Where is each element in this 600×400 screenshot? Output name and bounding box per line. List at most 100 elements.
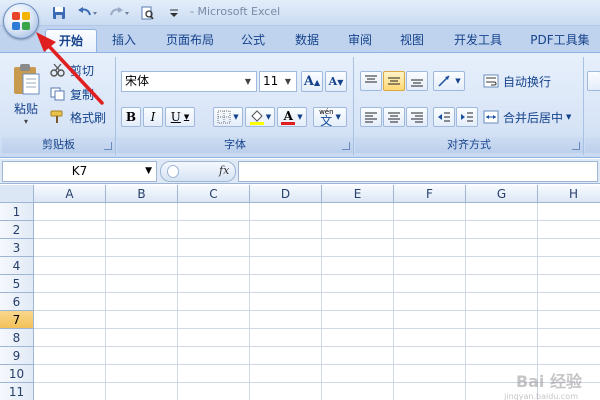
align-left-button[interactable]: [360, 107, 382, 127]
orientation-button[interactable]: ▼: [433, 71, 465, 91]
font-launcher-icon[interactable]: [342, 142, 350, 150]
align-left-icon: [365, 112, 377, 123]
paint-bucket-icon: [249, 110, 264, 125]
formula-resize-handle[interactable]: [167, 165, 179, 178]
row-header-11[interactable]: 11: [0, 383, 34, 400]
ribbon: 粘贴 ▾ 剪切 复制 格式刷 剪贴板 宋体 ▼ 11 ▼ A ▲ A ▼ B I…: [0, 52, 600, 158]
italic-button[interactable]: I: [143, 107, 163, 127]
paste-button[interactable]: 粘贴 ▾: [8, 59, 44, 129]
wrap-text-icon: [483, 74, 499, 88]
font-color-button[interactable]: A ▼: [277, 107, 307, 127]
row-header-8[interactable]: 8: [0, 329, 34, 347]
redo-icon[interactable]: [106, 4, 132, 22]
font-size-combo[interactable]: 11 ▼: [259, 71, 297, 92]
column-header-g[interactable]: G: [466, 185, 538, 203]
align-top-icon: [365, 75, 377, 83]
bold-button[interactable]: B: [121, 107, 141, 127]
name-box-dropdown-icon[interactable]: ▼: [145, 162, 152, 181]
column-header-f[interactable]: F: [394, 185, 466, 203]
print-preview-icon[interactable]: [138, 4, 156, 22]
select-all-button[interactable]: [0, 185, 34, 203]
shrink-font-glyph: A: [328, 75, 338, 88]
watermark-text: Bai 经验: [515, 372, 582, 391]
tab-home[interactable]: 开始: [45, 29, 97, 52]
number-format-partial-button[interactable]: [587, 71, 600, 91]
column-header-e[interactable]: E: [322, 185, 394, 203]
worksheet[interactable]: ABCDEFGH 1 2 3 4 5 6 7 8 9 10 11 Bai 经验 jingyan.ba…: [0, 185, 600, 400]
formula-input[interactable]: [238, 161, 598, 182]
tab-page-layout[interactable]: 页面布局: [155, 29, 225, 52]
scissors-icon: [50, 63, 65, 77]
tab-review[interactable]: 审阅: [337, 29, 383, 52]
align-center-button[interactable]: [383, 107, 405, 127]
tab-developer[interactable]: 开发工具: [446, 29, 510, 52]
alignment-group-label: 对齐方式: [355, 137, 583, 153]
paste-dropdown-icon[interactable]: ▾: [24, 117, 28, 126]
row-header-7[interactable]: 7: [0, 311, 34, 329]
column-header-b[interactable]: B: [106, 185, 178, 203]
insert-function-button[interactable]: fx: [219, 164, 229, 177]
row-header-10[interactable]: 10: [0, 365, 34, 383]
row-header-4[interactable]: 4: [0, 257, 34, 275]
tab-formulas[interactable]: 公式: [230, 29, 276, 52]
tab-data[interactable]: 数据: [284, 29, 330, 52]
column-header-d[interactable]: D: [250, 185, 322, 203]
bottom-align-button[interactable]: [406, 71, 428, 91]
increase-indent-button[interactable]: [456, 107, 478, 127]
save-icon[interactable]: [50, 4, 68, 22]
row-header-6[interactable]: 6: [0, 293, 34, 311]
tab-view[interactable]: 视图: [389, 29, 435, 52]
row-header-9[interactable]: 9: [0, 347, 34, 365]
excel-window: - Microsoft Excel 开始 插入 页面布局 公式 数据 审阅 视图…: [0, 0, 600, 400]
row-header-3[interactable]: 3: [0, 239, 34, 257]
font-name-combo[interactable]: 宋体 ▼: [121, 71, 257, 92]
row-header-1[interactable]: 1: [0, 203, 34, 221]
font-size-value: 11: [263, 74, 279, 88]
window-title: - Microsoft Excel: [190, 5, 281, 18]
top-align-button[interactable]: [360, 71, 382, 91]
align-right-icon: [411, 112, 423, 123]
merge-center-button[interactable]: 合并后居中 ▼: [483, 107, 581, 127]
formula-bar-controls: fx: [160, 161, 236, 182]
phonetic-guide-button[interactable]: wén 文 ▼: [313, 107, 347, 127]
fill-color-button[interactable]: ▼: [245, 107, 275, 127]
office-button[interactable]: [3, 3, 39, 39]
name-box[interactable]: K7 ▼: [2, 161, 157, 182]
align-center-icon: [388, 112, 400, 123]
wrap-text-button[interactable]: 自动换行: [483, 71, 579, 91]
shrink-font-button[interactable]: A ▼: [325, 71, 347, 92]
font-color-glyph: A: [283, 108, 293, 123]
font-size-dropdown-icon[interactable]: ▼: [282, 72, 294, 91]
column-header-c[interactable]: C: [178, 185, 250, 203]
undo-icon[interactable]: [74, 4, 100, 22]
middle-align-button[interactable]: [383, 71, 405, 91]
format-painter-button[interactable]: 格式刷: [50, 108, 112, 126]
clipboard-launcher-icon[interactable]: [104, 142, 112, 150]
ribbon-tabs: 开始 插入 页面布局 公式 数据 审阅 视图 开发工具 PDF工具集: [0, 26, 600, 52]
merge-center-label: 合并后居中: [503, 110, 564, 125]
borders-button[interactable]: ▼: [213, 107, 243, 127]
copy-button[interactable]: 复制: [50, 85, 110, 103]
customize-qat-icon[interactable]: [168, 4, 180, 22]
column-header-a[interactable]: A: [34, 185, 106, 203]
row-header-5[interactable]: 5: [0, 275, 34, 293]
alignment-launcher-icon[interactable]: [572, 142, 580, 150]
tab-pdf-tools[interactable]: PDF工具集: [524, 29, 596, 52]
align-right-button[interactable]: [406, 107, 428, 127]
number-group-partial: [585, 57, 600, 155]
column-header-h[interactable]: H: [538, 185, 600, 203]
merge-dropdown-icon[interactable]: ▼: [566, 113, 571, 121]
font-group-label: 字体: [117, 137, 353, 153]
underline-button[interactable]: U ▼: [165, 107, 195, 127]
tab-insert[interactable]: 插入: [101, 29, 147, 52]
cut-button[interactable]: 剪切: [50, 61, 110, 79]
copy-label: 复制: [70, 87, 95, 102]
borders-icon: [217, 110, 231, 124]
decrease-indent-button[interactable]: [433, 107, 455, 127]
copy-icon: [50, 87, 65, 101]
grow-font-glyph: A: [303, 74, 314, 89]
font-name-dropdown-icon[interactable]: ▼: [242, 72, 254, 91]
grow-font-button[interactable]: A ▲: [301, 71, 323, 92]
underline-glyph: U: [170, 110, 181, 124]
row-header-2[interactable]: 2: [0, 221, 34, 239]
